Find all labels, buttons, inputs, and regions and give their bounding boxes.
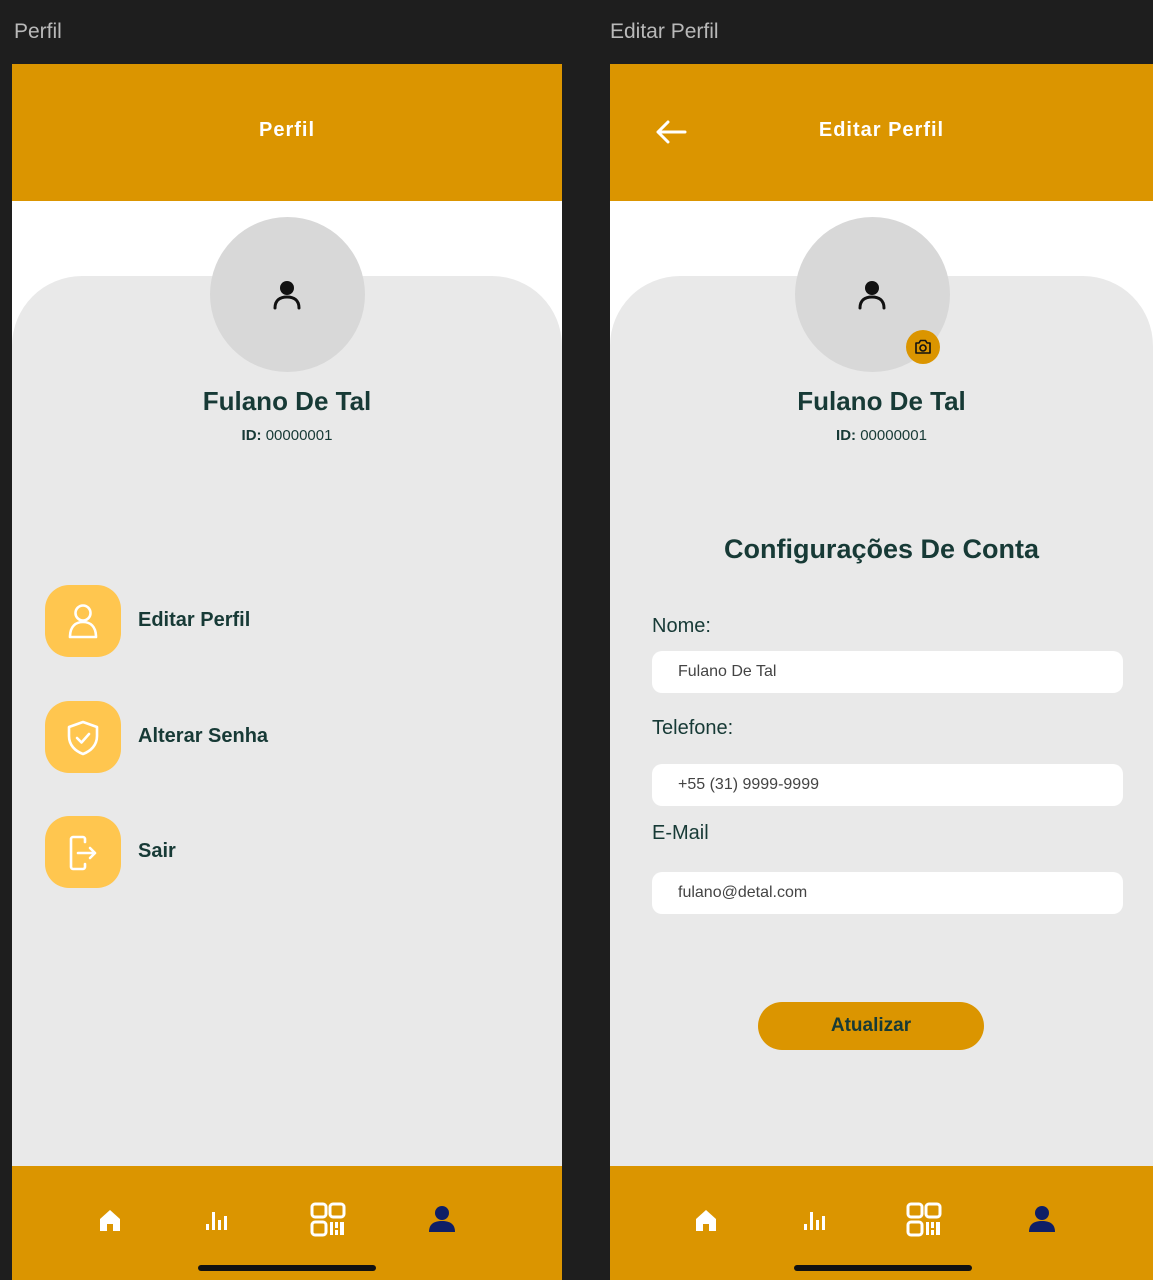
- edit-profile-screen: Editar Perfil Fulano De Tal ID: 00000001…: [610, 64, 1153, 1280]
- nav-stats[interactable]: [796, 1202, 832, 1238]
- user-id-value: 00000001: [856, 427, 927, 444]
- menu-item-alterar-senha[interactable]: Alterar Senha: [45, 701, 345, 773]
- nav-profile[interactable]: [1024, 1202, 1060, 1238]
- nav-qr[interactable]: [906, 1202, 942, 1238]
- user-name: Fulano De Tal: [797, 386, 966, 416]
- bar-chart-icon: [206, 1212, 227, 1230]
- bar-chart-icon: [804, 1212, 825, 1230]
- app-header: Perfil: [12, 64, 562, 201]
- bottom-nav: [12, 1166, 562, 1280]
- user-id-label: ID:: [836, 427, 857, 444]
- nav-home[interactable]: [688, 1202, 724, 1238]
- user-id: ID: 00000001: [610, 427, 1153, 444]
- nav-qr[interactable]: [310, 1202, 346, 1238]
- shield-check-icon: [67, 720, 99, 756]
- page-title: Perfil: [258, 119, 316, 141]
- update-button[interactable]: Atualizar: [758, 1002, 984, 1050]
- menu-icon-box: [45, 816, 121, 888]
- person-icon: [858, 281, 886, 310]
- menu-icon-box: [45, 701, 121, 773]
- nav-profile[interactable]: [424, 1202, 460, 1238]
- camera-icon: [915, 339, 931, 354]
- home-indicator: [794, 1265, 972, 1271]
- user-name: Fulano De Tal: [202, 386, 372, 416]
- person-icon: [1029, 1206, 1055, 1232]
- user-outline-icon: [68, 604, 98, 639]
- profile-screen: Perfil Fulano De Tal ID: 00000001 Editar…: [12, 64, 562, 1280]
- menu-icon-box: [45, 585, 121, 657]
- menu-label: Sair: [138, 840, 176, 862]
- bottom-nav: [610, 1166, 1153, 1280]
- name-label: Nome:: [652, 615, 711, 637]
- email-label: E-Mail: [652, 822, 709, 844]
- section-title: Configurações De Conta: [723, 534, 1040, 564]
- nav-home[interactable]: [92, 1202, 128, 1238]
- name-field[interactable]: [652, 651, 1123, 693]
- frame-label-editar-perfil: Editar Perfil: [610, 20, 719, 43]
- home-indicator: [198, 1265, 376, 1271]
- phone-label: Telefone:: [652, 717, 734, 739]
- menu-label: Editar Perfil: [138, 609, 251, 631]
- phone-field[interactable]: [652, 764, 1123, 806]
- person-icon: [429, 1206, 455, 1232]
- home-icon: [100, 1210, 120, 1231]
- qr-code-icon: [906, 1202, 942, 1237]
- email-field[interactable]: [652, 872, 1123, 914]
- page-title: Editar Perfil: [818, 119, 945, 141]
- app-header: Editar Perfil: [610, 64, 1153, 201]
- menu-item-editar-perfil[interactable]: Editar Perfil: [45, 585, 345, 657]
- home-icon: [696, 1210, 716, 1231]
- frame-label-perfil: Perfil: [14, 20, 62, 43]
- avatar: [795, 217, 950, 372]
- menu-label: Alterar Senha: [138, 725, 269, 747]
- user-id: ID: 00000001: [12, 427, 562, 444]
- menu-item-sair[interactable]: Sair: [45, 816, 345, 888]
- change-photo-button[interactable]: [906, 330, 940, 364]
- avatar: [210, 217, 365, 372]
- user-id-value: 00000001: [261, 427, 333, 444]
- user-id-label: ID:: [241, 427, 262, 444]
- logout-icon: [69, 835, 97, 871]
- person-icon: [273, 281, 301, 310]
- qr-code-icon: [310, 1202, 346, 1237]
- nav-stats[interactable]: [198, 1202, 234, 1238]
